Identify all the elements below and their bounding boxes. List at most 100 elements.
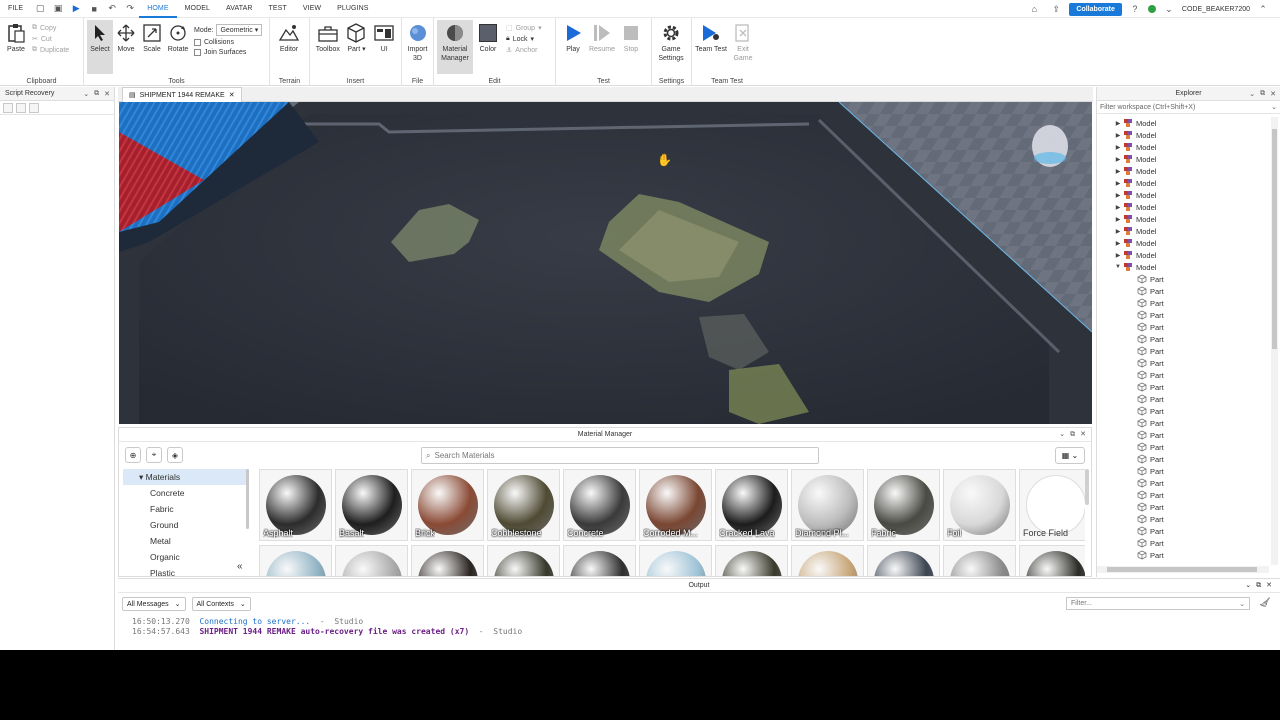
tab-test[interactable]: TEST (261, 5, 295, 12)
tab-home[interactable]: HOME (139, 0, 177, 18)
explorer-part-item[interactable]: Part (1097, 429, 1269, 441)
chevron-down-icon[interactable]: ⌄ (83, 90, 89, 98)
explorer-part-item[interactable]: Part (1097, 405, 1269, 417)
explorer-part-item[interactable]: Part (1097, 345, 1269, 357)
explorer-filter-input[interactable]: Filter workspace (Ctrl+Shift+X) ⌄ (1097, 101, 1280, 114)
tree-scrollbar[interactable] (246, 469, 249, 529)
tree-item[interactable]: Concrete (123, 485, 249, 501)
material-tile[interactable] (335, 545, 408, 576)
select-button[interactable]: Select (87, 20, 113, 74)
join-surfaces-toggle[interactable]: Join Surfaces (194, 49, 262, 56)
material-tile[interactable]: Corroded M... (639, 469, 712, 541)
tab-model[interactable]: MODEL (177, 5, 218, 12)
explorer-model-item[interactable]: ▶ Model (1097, 237, 1269, 249)
exit-game-button[interactable]: Exit Game (727, 20, 759, 74)
tree-item[interactable]: Ground (123, 517, 249, 533)
scale-button[interactable]: Scale (139, 20, 165, 74)
chevron-right-icon[interactable]: ▶ (1113, 180, 1123, 187)
explorer-model-item[interactable]: ▶ Model (1097, 249, 1269, 261)
tab-plugins[interactable]: PLUGINS (329, 5, 376, 12)
explorer-model-item[interactable]: ▶ Model (1097, 177, 1269, 189)
stop-quick-icon[interactable]: ■ (87, 2, 101, 16)
material-grid-scrollbar[interactable] (1085, 469, 1089, 505)
chevron-down-icon[interactable]: ⌄ (1059, 428, 1065, 442)
save-icon[interactable]: ▣ (51, 2, 65, 16)
anchor-button[interactable]: ⚓︎ Anchor (506, 46, 542, 55)
copy-button[interactable]: ⧉ Copy (32, 24, 69, 32)
material-tile[interactable]: Concrete (563, 469, 636, 541)
tree-item-materials[interactable]: ▾ Materials (123, 469, 249, 485)
explorer-part-item[interactable]: Part (1097, 465, 1269, 477)
chevron-down-icon[interactable]: ⌄ (1271, 101, 1277, 114)
color-button[interactable]: Color (473, 20, 503, 74)
duplicate-button[interactable]: ⧉ Duplicate (32, 46, 69, 54)
material-manager-button[interactable]: Material Manager (437, 20, 473, 74)
output-filter-input[interactable]: Filter... ⌄ (1066, 597, 1250, 610)
ui-button[interactable]: UI (370, 20, 398, 74)
join-surfaces-checkbox[interactable] (194, 49, 201, 56)
explorer-model-item[interactable]: ▶ Model (1097, 201, 1269, 213)
explorer-part-item[interactable]: Part (1097, 441, 1269, 453)
chevron-right-icon[interactable]: ▶ (1113, 216, 1123, 223)
explorer-part-item[interactable]: Part (1097, 477, 1269, 489)
explorer-part-item[interactable]: Part (1097, 321, 1269, 333)
chevron-right-icon[interactable]: ▶ (1113, 228, 1123, 235)
share-icon[interactable]: ⇪ (1049, 2, 1063, 16)
collisions-toggle[interactable]: Collisions (194, 39, 262, 46)
cut-button[interactable]: ✂ Cut (32, 35, 69, 44)
team-test-button[interactable]: Team Test (695, 20, 727, 74)
material-tile[interactable]: Basalt (335, 469, 408, 541)
tree-item[interactable]: Plastic (123, 565, 249, 576)
material-tile[interactable]: Cracked Lava (715, 469, 788, 541)
explorer-model-item[interactable]: ▶ Model (1097, 141, 1269, 153)
material-tile[interactable] (259, 545, 332, 576)
explorer-scroll-thumb[interactable] (1272, 129, 1277, 349)
explorer-part-item[interactable]: Part (1097, 393, 1269, 405)
locate-icon[interactable]: ⌖ (146, 447, 162, 463)
explorer-part-item[interactable]: Part (1097, 285, 1269, 297)
expand-icon[interactable]: ⌃ (1256, 2, 1270, 16)
material-tile[interactable] (639, 545, 712, 576)
explorer-hscrollbar[interactable] (1097, 566, 1269, 573)
explorer-model-item[interactable]: ▶ Model (1097, 213, 1269, 225)
play-quick-icon[interactable]: ▶ (69, 2, 83, 16)
chevron-down-icon[interactable]: ⌄ (1245, 579, 1251, 593)
material-tile[interactable] (411, 545, 484, 576)
popout-icon[interactable]: ⧉ (94, 90, 99, 98)
chevron-right-icon[interactable]: ▶ (1113, 192, 1123, 199)
chevron-down-icon[interactable]: ▼ (1113, 264, 1123, 270)
explorer-part-item[interactable]: Part (1097, 381, 1269, 393)
explorer-model-item[interactable]: ▶ Model (1097, 153, 1269, 165)
explorer-part-item[interactable]: Part (1097, 273, 1269, 285)
resume-button[interactable]: Resume (587, 20, 617, 74)
play-button[interactable]: Play (559, 20, 587, 74)
close-icon[interactable]: ✕ (229, 91, 235, 99)
collapse-icon[interactable]: « (237, 561, 243, 572)
discard-icon[interactable] (16, 103, 26, 113)
explorer-part-item[interactable]: Part (1097, 417, 1269, 429)
material-tile[interactable]: Diamond Pl... (791, 469, 864, 541)
tab-place[interactable]: ▤ SHIPMENT 1944 REMAKE ✕ (122, 87, 242, 102)
stop-button[interactable]: Stop (617, 20, 645, 74)
explorer-part-item[interactable]: Part (1097, 489, 1269, 501)
contexts-filter-select[interactable]: All Contexts ⌄ (191, 597, 251, 611)
tree-item[interactable]: Fabric (123, 501, 249, 517)
explorer-part-item[interactable]: Part (1097, 525, 1269, 537)
game-settings-button[interactable]: Game Settings (655, 20, 687, 74)
help-icon[interactable]: ? (1128, 2, 1142, 16)
explorer-part-item[interactable]: Part (1097, 297, 1269, 309)
file-menu[interactable]: FILE (0, 5, 31, 12)
view-toggle-button[interactable]: ▦ ⌄ (1055, 447, 1085, 464)
move-button[interactable]: Move (113, 20, 139, 74)
tree-item[interactable]: Metal (123, 533, 249, 549)
explorer-part-item[interactable]: Part (1097, 513, 1269, 525)
popout-icon[interactable]: ⧉ (1256, 579, 1261, 593)
chevron-down-icon[interactable]: ⌄ (1249, 90, 1255, 98)
new-file-icon[interactable]: ▢ (33, 2, 47, 16)
chevron-right-icon[interactable]: ▶ (1113, 120, 1123, 127)
explorer-model-item[interactable]: ▶ Model (1097, 225, 1269, 237)
material-tile[interactable]: Force Field (1019, 469, 1085, 541)
add-material-icon[interactable]: ⊕ (125, 447, 141, 463)
material-tile[interactable] (791, 545, 864, 576)
chevron-right-icon[interactable]: ▶ (1113, 132, 1123, 139)
